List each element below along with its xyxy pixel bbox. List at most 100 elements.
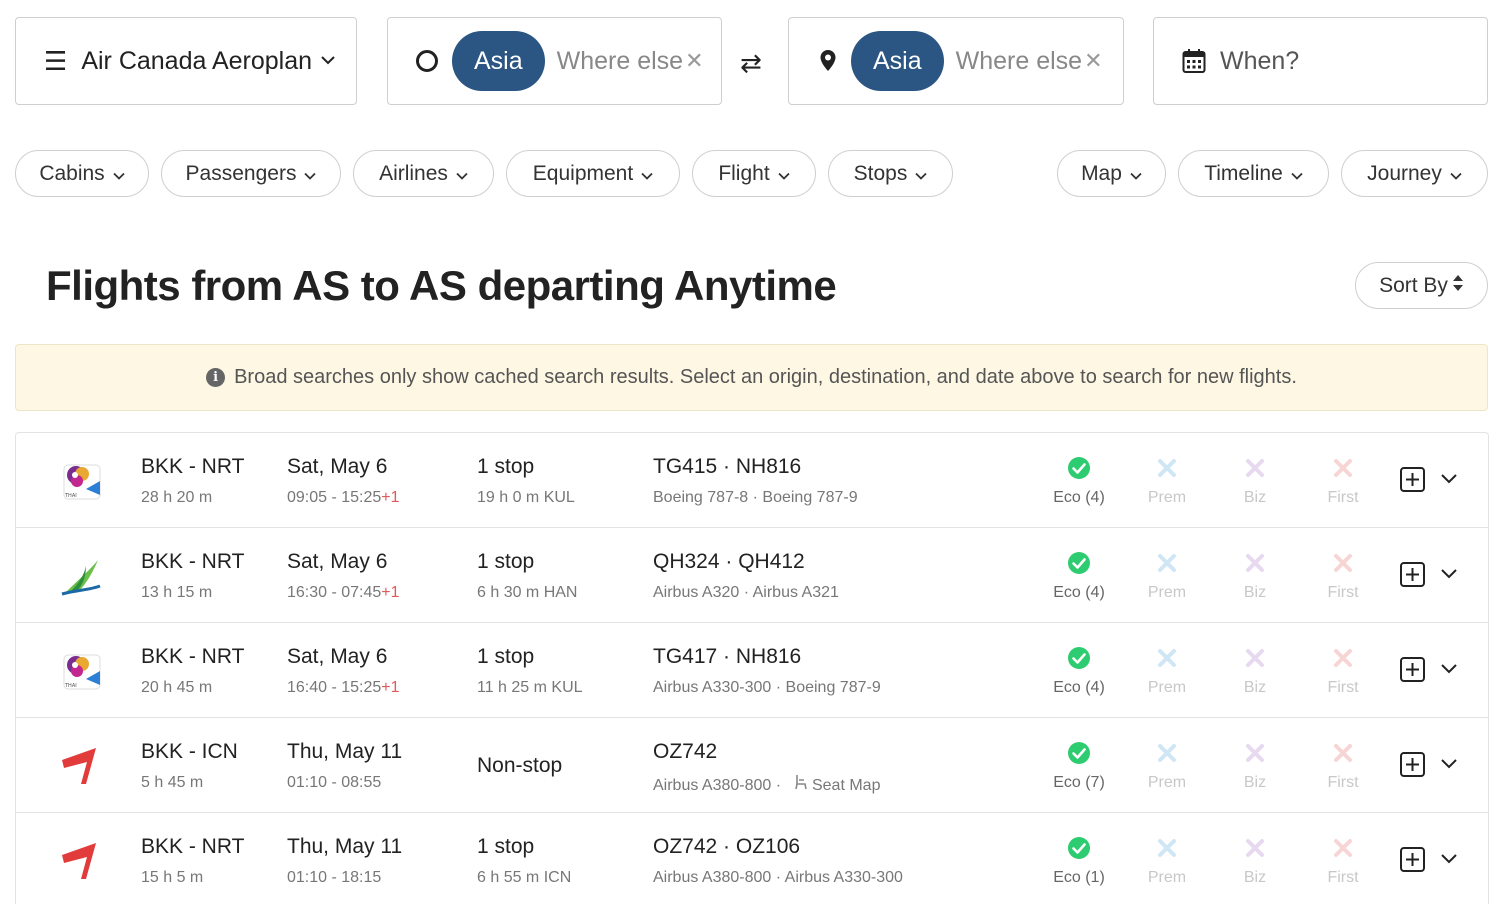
svg-text:THAI: THAI bbox=[64, 493, 77, 499]
origin-circle-icon bbox=[416, 50, 438, 72]
cabin-label: Prem bbox=[1147, 869, 1187, 886]
flight-row[interactable]: THAI BKK - NRT 20 h 45 m Sat, May 6 16:40 - … bbox=[16, 623, 1488, 718]
chevron-down-icon[interactable] bbox=[1440, 566, 1458, 584]
cabin-label: Eco (4) bbox=[1053, 679, 1105, 696]
program-selector[interactable]: ☰ Air Canada Aeroplan bbox=[15, 17, 357, 105]
flight-row[interactable]: BKK - ICN 5 h 45 m Thu, May 11 01:10 - 08:5… bbox=[16, 718, 1488, 813]
stops: Non-stop bbox=[477, 754, 563, 777]
duration: 20 h 45 m bbox=[141, 679, 213, 696]
cabin-label: Prem bbox=[1147, 584, 1187, 601]
filter-flight[interactable]: Flight bbox=[692, 150, 816, 197]
filter-cabins[interactable]: Cabins bbox=[15, 150, 149, 197]
cabin-label: First bbox=[1327, 679, 1359, 696]
clear-destination-icon[interactable]: ✕ bbox=[1084, 48, 1102, 74]
view-journey[interactable]: Journey bbox=[1341, 150, 1488, 197]
equipment-text: Boeing 787-8 · Boeing 787-9 bbox=[653, 489, 858, 506]
cabin-economy[interactable]: Eco (1) bbox=[1039, 835, 1119, 887]
cabin-label: Eco (4) bbox=[1053, 584, 1105, 601]
filter-stops[interactable]: Stops bbox=[828, 150, 953, 197]
chevron-down-icon[interactable] bbox=[1440, 851, 1458, 869]
add-icon[interactable] bbox=[1400, 467, 1425, 492]
sort-by-button[interactable]: Sort By bbox=[1355, 262, 1488, 309]
seat-map-link[interactable]: Seat Map bbox=[794, 775, 880, 794]
departure-date: Sat, May 6 bbox=[287, 455, 388, 478]
origin-input[interactable]: Where else bbox=[557, 47, 683, 76]
cabin-premium: Prem bbox=[1127, 740, 1207, 792]
flight-numbers: QH324 · QH412 bbox=[653, 550, 805, 573]
chevron-down-icon bbox=[1291, 162, 1303, 186]
chevron-down-icon bbox=[304, 162, 317, 186]
location-pin-icon bbox=[819, 49, 837, 73]
cabin-label: First bbox=[1327, 869, 1359, 886]
chevron-down-icon[interactable] bbox=[1440, 661, 1458, 679]
cabin-economy[interactable]: Eco (4) bbox=[1039, 645, 1119, 697]
date-field[interactable]: When? bbox=[1153, 17, 1488, 105]
time-range: 09:05 - 15:25 bbox=[287, 489, 382, 506]
hamburger-menu-icon[interactable]: ☰ bbox=[44, 46, 67, 77]
chevron-down-icon[interactable] bbox=[1440, 756, 1458, 774]
available-check-icon bbox=[1039, 550, 1119, 576]
chevron-down-icon[interactable] bbox=[1440, 471, 1458, 489]
broad-search-notice: i Broad searches only show cached search… bbox=[15, 344, 1488, 411]
available-check-icon bbox=[1039, 645, 1119, 671]
origin-region-pill[interactable]: Asia bbox=[452, 31, 545, 91]
filter-equipment[interactable]: Equipment bbox=[506, 150, 680, 197]
cabin-economy[interactable]: Eco (4) bbox=[1039, 455, 1119, 507]
cabin-label: Prem bbox=[1147, 679, 1187, 696]
unavailable-x-icon bbox=[1215, 645, 1295, 671]
unavailable-x-icon bbox=[1215, 455, 1295, 481]
filter-label: Flight bbox=[718, 161, 770, 185]
destination-field[interactable]: Asia Where else ✕ bbox=[788, 17, 1124, 105]
info-icon: i bbox=[206, 368, 226, 387]
seat-icon bbox=[794, 775, 808, 794]
add-icon[interactable] bbox=[1400, 752, 1425, 777]
equipment: Airbus A380-800 · Seat Map bbox=[653, 774, 880, 795]
layover: 19 h 0 m KUL bbox=[477, 489, 575, 506]
filter-label: Equipment bbox=[532, 161, 634, 185]
add-icon[interactable] bbox=[1400, 562, 1425, 587]
flight-row[interactable]: THAI BKK - NRT 28 h 20 m Sat, May 6 09:05 - … bbox=[16, 433, 1488, 528]
view-map[interactable]: Map bbox=[1057, 150, 1166, 197]
duration: 13 h 15 m bbox=[141, 584, 213, 601]
cabin-business: Biz bbox=[1215, 835, 1295, 887]
view-timeline[interactable]: Timeline bbox=[1178, 150, 1329, 197]
flight-row[interactable]: BKK - NRT 15 h 5 m Thu, May 11 01:10 - 18:1… bbox=[16, 813, 1488, 904]
destination-region-pill[interactable]: Asia bbox=[851, 31, 944, 91]
route: BKK - NRT bbox=[141, 645, 245, 668]
stops: 1 stop bbox=[477, 835, 535, 858]
chevron-down-icon bbox=[1130, 162, 1142, 186]
chevron-down-icon bbox=[641, 162, 653, 186]
cabin-label: Eco (7) bbox=[1053, 774, 1105, 791]
filter-passengers[interactable]: Passengers bbox=[161, 150, 341, 197]
add-icon[interactable] bbox=[1400, 847, 1425, 872]
destination-input[interactable]: Where else bbox=[956, 47, 1082, 76]
add-icon[interactable] bbox=[1400, 657, 1425, 682]
cabin-business: Biz bbox=[1215, 455, 1295, 507]
cabin-label: Biz bbox=[1243, 679, 1267, 696]
flight-numbers: TG417 · NH816 bbox=[653, 645, 802, 668]
chevron-down-icon bbox=[1450, 162, 1462, 186]
flight-row[interactable]: BKK - NRT 13 h 15 m Sat, May 6 16:30 - 07:4… bbox=[16, 528, 1488, 623]
filter-airlines[interactable]: Airlines bbox=[353, 150, 494, 197]
clear-origin-icon[interactable]: ✕ bbox=[685, 48, 703, 74]
title-origin: AS bbox=[292, 262, 350, 309]
airline-logo-icon: THAI bbox=[56, 455, 106, 505]
time-range: 01:10 - 08:55 bbox=[287, 774, 382, 791]
calendar-icon bbox=[1182, 48, 1206, 74]
swap-icon[interactable]: ⇄ bbox=[740, 48, 762, 79]
stops: 1 stop bbox=[477, 645, 535, 668]
airline-logo-icon bbox=[56, 835, 106, 885]
filter-label: Timeline bbox=[1204, 161, 1283, 185]
cabin-economy[interactable]: Eco (7) bbox=[1039, 740, 1119, 792]
duration: 28 h 20 m bbox=[141, 489, 213, 506]
origin-field[interactable]: Asia Where else ✕ bbox=[387, 17, 722, 105]
svg-text:THAI: THAI bbox=[64, 683, 77, 689]
flight-numbers: OZ742 · OZ106 bbox=[653, 835, 801, 858]
cabin-premium: Prem bbox=[1127, 455, 1207, 507]
title-prefix: Flights from bbox=[46, 262, 293, 309]
program-name: Air Canada Aeroplan bbox=[81, 46, 313, 75]
date-input[interactable]: When? bbox=[1220, 47, 1299, 76]
airline-logo-icon: THAI bbox=[56, 645, 106, 695]
cabin-premium: Prem bbox=[1127, 835, 1207, 887]
cabin-economy[interactable]: Eco (4) bbox=[1039, 550, 1119, 602]
